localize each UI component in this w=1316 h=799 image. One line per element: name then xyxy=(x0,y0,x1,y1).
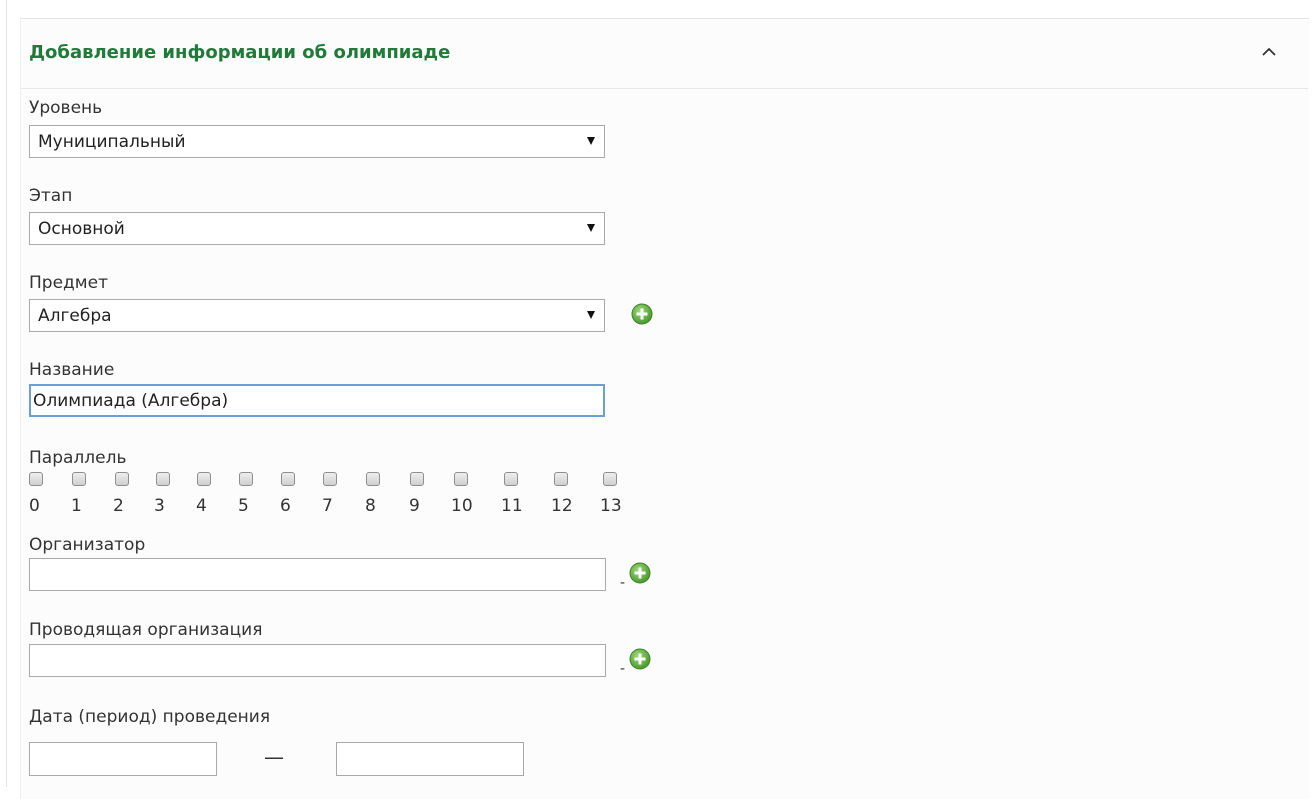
panel-title: Добавление информации об олимпиаде xyxy=(29,42,451,63)
plus-circle-icon xyxy=(629,562,651,584)
date-to-input[interactable] xyxy=(336,742,524,776)
stage-select[interactable]: Основной xyxy=(29,212,605,245)
host-org-label: Проводящая организация xyxy=(29,620,263,640)
date-label: Дата (период) проведения xyxy=(29,707,271,727)
plus-circle-icon xyxy=(629,648,651,670)
host-org-suffix: - xyxy=(620,661,626,677)
stage-select-value: Основной xyxy=(38,219,125,239)
name-label: Название xyxy=(29,360,115,380)
level-select[interactable]: Муниципальный xyxy=(29,125,605,158)
stage-label: Этап xyxy=(29,186,73,206)
grade-checkbox-6[interactable] xyxy=(281,472,295,486)
grade-label-5: 5 xyxy=(238,496,249,516)
grade-checkbox-11[interactable] xyxy=(504,472,518,486)
grade-label-4: 4 xyxy=(196,496,207,516)
grade-label-11: 11 xyxy=(501,496,523,516)
grade-label-13: 13 xyxy=(600,496,622,516)
grade-checkbox-13[interactable] xyxy=(603,472,617,486)
grades-label: Параллель xyxy=(29,448,127,468)
date-range-separator: — xyxy=(264,745,284,769)
host-org-input[interactable] xyxy=(29,644,606,677)
level-label: Уровень xyxy=(29,98,103,118)
grade-label-3: 3 xyxy=(154,496,165,516)
grade-label-1: 1 xyxy=(71,496,82,516)
dropdown-arrow-icon xyxy=(587,137,595,145)
grade-label-12: 12 xyxy=(551,496,573,516)
panel-header-divider xyxy=(20,88,1308,89)
add-host-org-button[interactable] xyxy=(628,647,652,671)
grade-label-10: 10 xyxy=(451,496,473,516)
organizer-label: Организатор xyxy=(29,535,146,555)
add-organizer-button[interactable] xyxy=(628,561,652,585)
grade-label-2: 2 xyxy=(113,496,124,516)
grade-checkbox-5[interactable] xyxy=(239,472,253,486)
grade-checkbox-10[interactable] xyxy=(454,472,468,486)
grade-label-0: 0 xyxy=(29,496,40,516)
grade-checkbox-2[interactable] xyxy=(115,472,129,486)
grade-label-7: 7 xyxy=(322,496,333,516)
grade-checkbox-3[interactable] xyxy=(156,472,170,486)
grade-checkbox-12[interactable] xyxy=(554,472,568,486)
date-from-input[interactable] xyxy=(29,742,217,776)
name-input[interactable] xyxy=(29,384,605,417)
add-subject-button[interactable] xyxy=(630,302,654,326)
grade-checkbox-9[interactable] xyxy=(410,472,424,486)
grade-checkbox-4[interactable] xyxy=(197,472,211,486)
collapse-button[interactable] xyxy=(1257,40,1281,64)
level-select-value: Муниципальный xyxy=(38,132,186,152)
grade-label-6: 6 xyxy=(280,496,291,516)
chevron-up-icon xyxy=(1262,47,1276,56)
grade-label-8: 8 xyxy=(365,496,376,516)
plus-circle-icon xyxy=(631,303,653,325)
organizer-suffix: - xyxy=(620,575,626,591)
grade-label-9: 9 xyxy=(409,496,420,516)
subject-select-value: Алгебра xyxy=(38,306,112,326)
grade-checkbox-8[interactable] xyxy=(366,472,380,486)
dropdown-arrow-icon xyxy=(587,311,595,319)
subject-select[interactable]: Алгебра xyxy=(29,299,605,332)
subject-label: Предмет xyxy=(29,273,108,293)
organizer-input[interactable] xyxy=(29,558,606,591)
grade-checkbox-0[interactable] xyxy=(29,472,43,486)
page-left-border xyxy=(6,0,7,787)
dropdown-arrow-icon xyxy=(587,224,595,232)
grade-checkbox-1[interactable] xyxy=(72,472,86,486)
grade-checkbox-7[interactable] xyxy=(323,472,337,486)
